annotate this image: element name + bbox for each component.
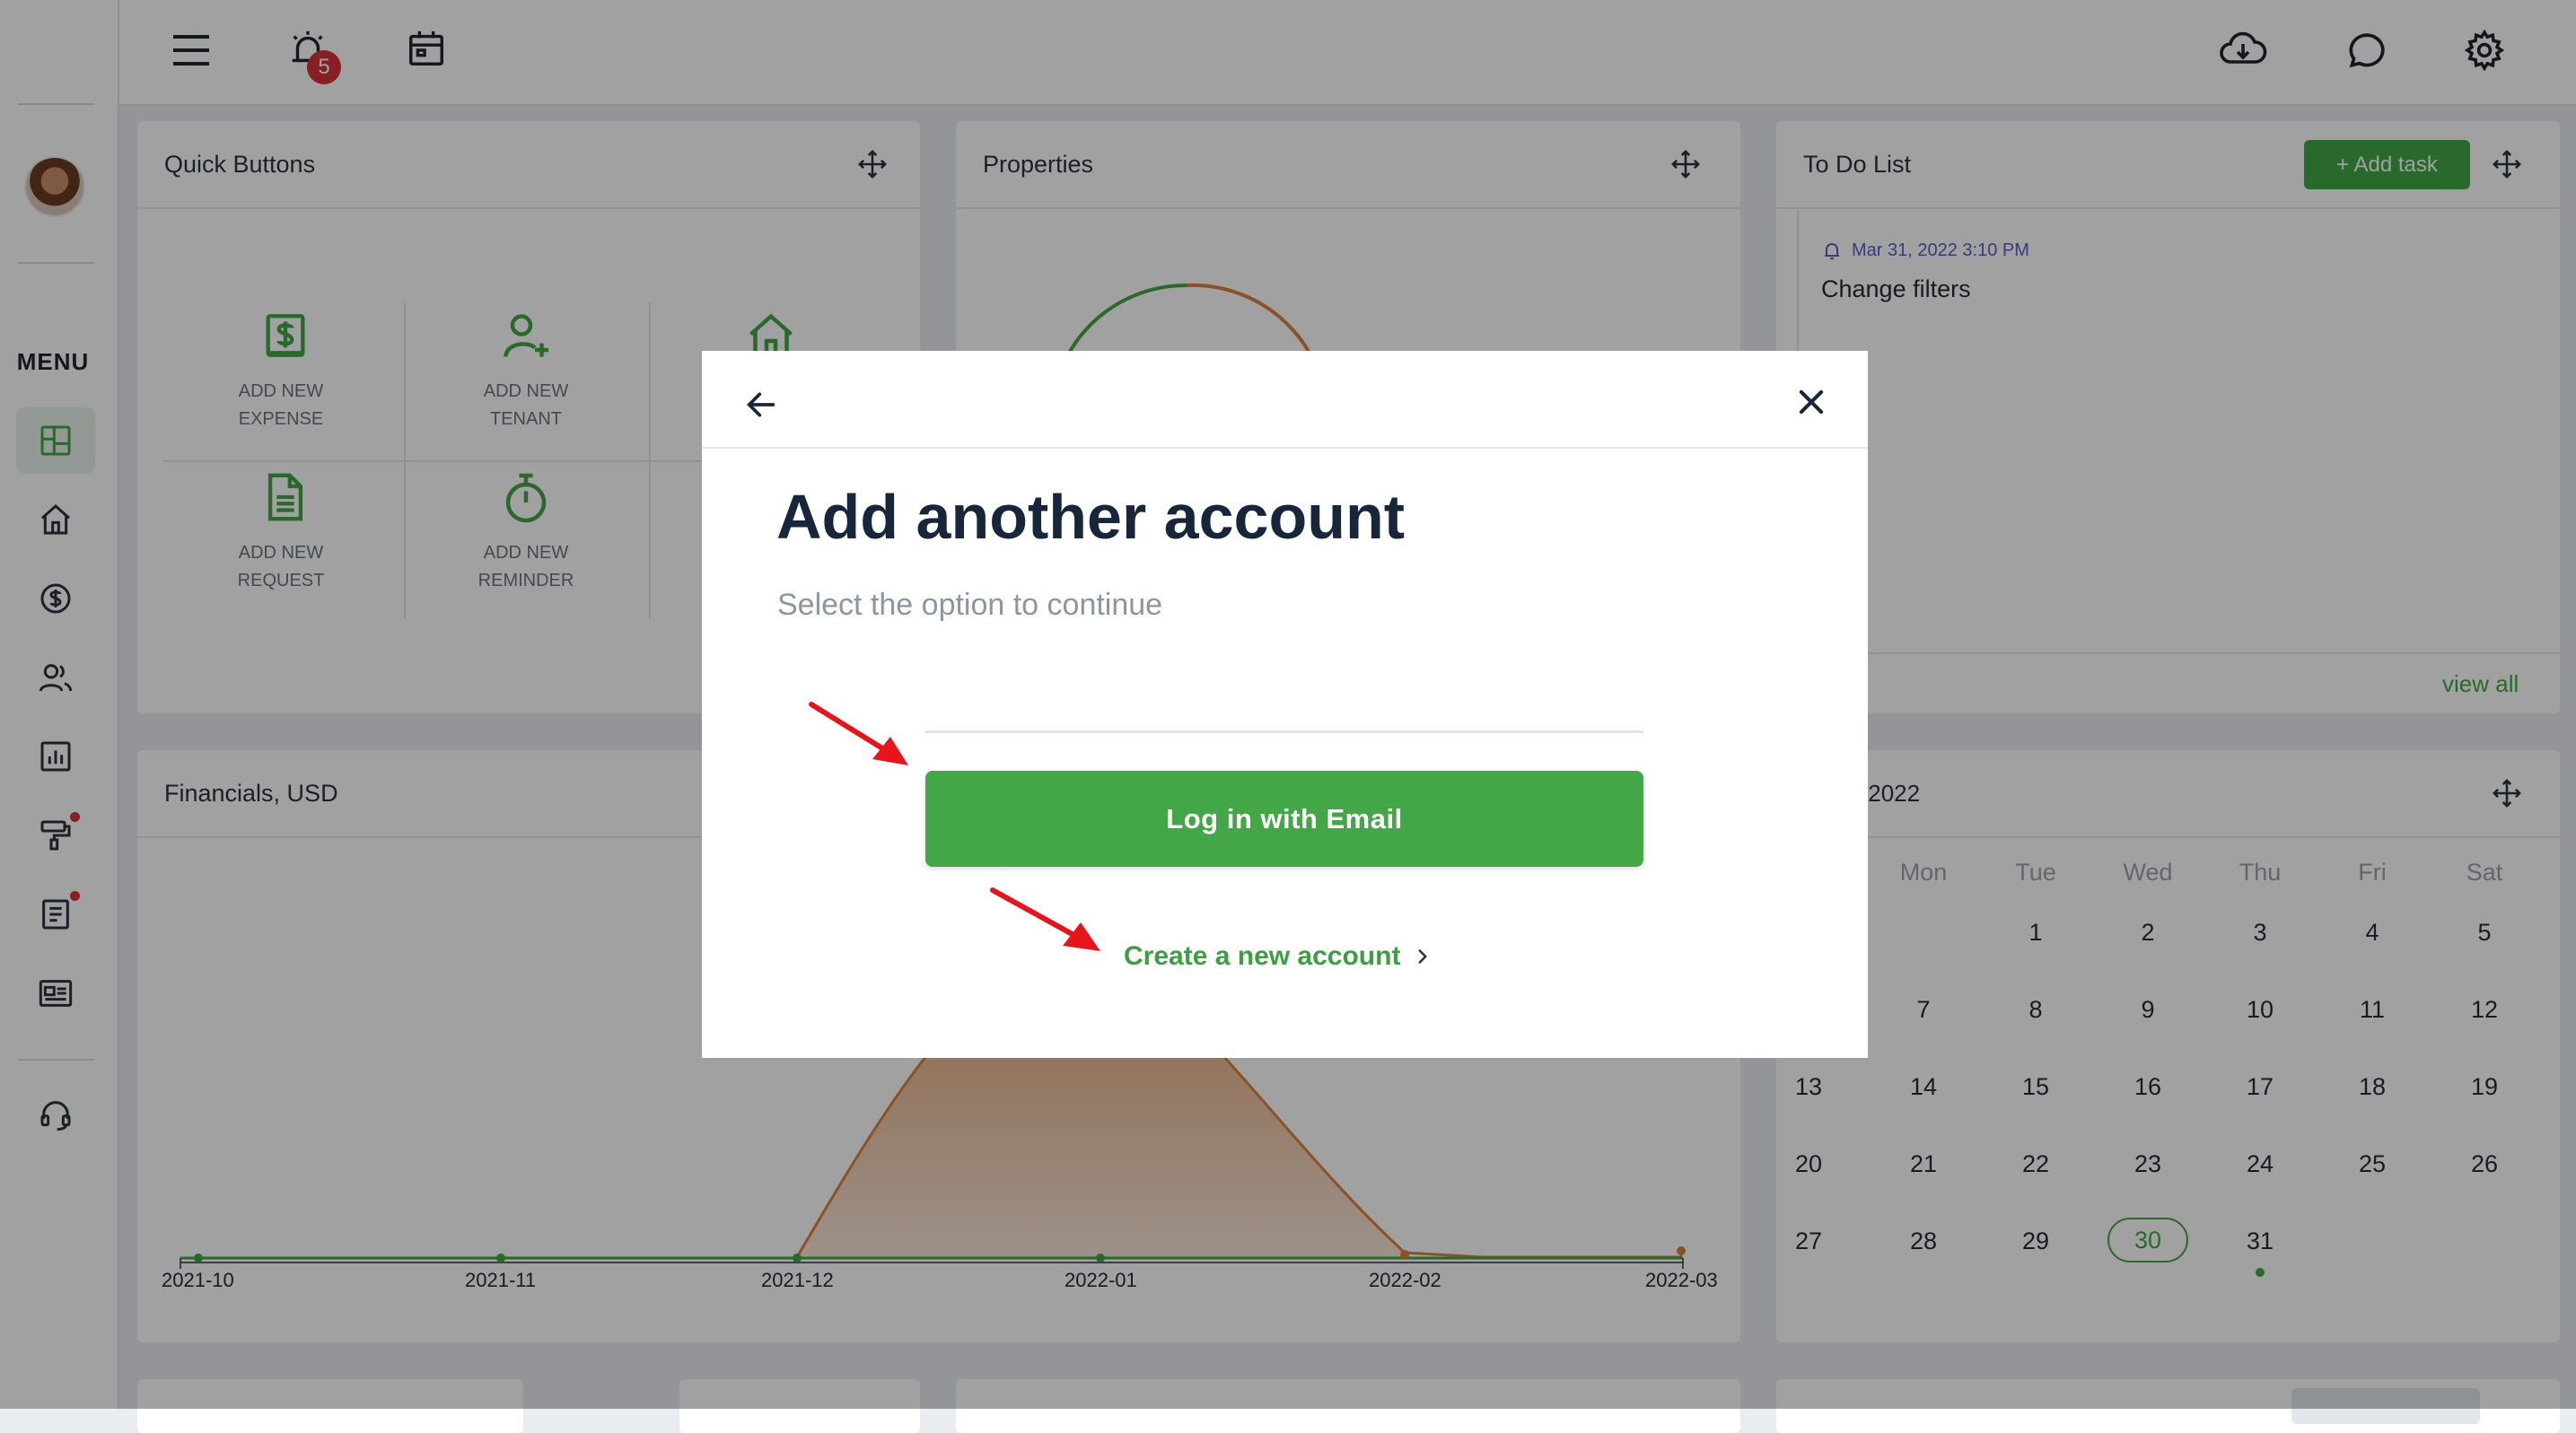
create-new-account-link[interactable]: Create a new account [1124,941,1433,972]
modal-subtitle: Select the option to continue [777,588,1163,622]
close-icon[interactable] [1794,385,1828,419]
modal-header-divider [702,447,1868,449]
back-arrow-icon[interactable] [743,387,779,423]
chevron-right-icon [1418,949,1427,964]
modal-title: Add another account [776,482,1406,552]
add-account-modal: Add another account Select the option to… [702,351,1868,1058]
login-with-email-button[interactable]: Log in with Email [925,771,1643,867]
annotation-arrow-icon [990,887,1100,951]
annotation-arrow-icon [809,702,908,765]
create-account-label: Create a new account [1124,941,1401,971]
modal-divider [925,730,1643,733]
